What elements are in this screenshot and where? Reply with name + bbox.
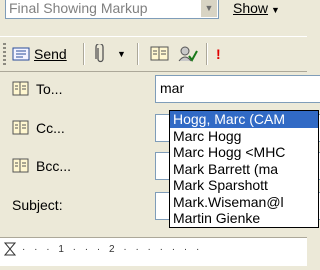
autocomplete-item[interactable]: Martin Gienke — [170, 210, 318, 227]
message-toolbar: Send ▼ ! — [0, 36, 307, 72]
autocomplete-item[interactable]: Mark.Wiseman@l — [170, 194, 318, 211]
chevron-down-icon: ▼ — [117, 49, 126, 59]
check-names-icon — [178, 46, 198, 62]
address-book-icon — [12, 81, 29, 96]
attach-dropdown-button[interactable]: ▼ — [117, 43, 126, 65]
autocomplete-item[interactable]: Marc Hogg — [170, 128, 318, 145]
paperclip-icon — [95, 42, 104, 63]
tab-stop-icon[interactable] — [4, 242, 16, 256]
send-button[interactable]: Send — [12, 43, 67, 65]
toolbar-separator — [206, 43, 208, 65]
show-label: Show — [233, 0, 269, 16]
toolbar-separator — [83, 43, 85, 65]
ruler: · · · 1 · · · 2 · · · · · · · — [0, 237, 307, 266]
send-icon — [12, 47, 30, 61]
to-field[interactable]: mar — [155, 75, 320, 103]
cc-button[interactable]: Cc... — [12, 114, 136, 142]
check-names-button[interactable] — [178, 43, 198, 65]
chevron-down-icon[interactable]: ▼ — [201, 0, 217, 17]
toolbar-grip[interactable] — [3, 43, 6, 65]
to-label: To... — [36, 81, 63, 97]
subject-label: Subject: — [12, 197, 63, 213]
toolbar-separator — [137, 43, 139, 65]
send-label: Send — [34, 46, 67, 62]
bcc-button[interactable]: Bcc... — [12, 152, 136, 180]
cc-label: Cc... — [36, 120, 65, 136]
importance-high-button[interactable]: ! — [216, 43, 221, 65]
ruler-marks: · · · 1 · · · 2 · · · · · · · — [22, 244, 203, 255]
autocomplete-list[interactable]: Hogg, Marc (CAM Marc Hogg Marc Hogg <MHC… — [169, 110, 319, 228]
markup-combo-value: Final Showing Markup — [9, 0, 148, 16]
reviewing-toolbar: Final Showing Markup ▼ Show ▼ — [0, 0, 307, 32]
bcc-label: Bcc... — [36, 158, 72, 174]
to-field-value: mar — [160, 80, 185, 96]
importance-high-icon: ! — [216, 46, 221, 62]
address-book-icon — [12, 158, 29, 173]
address-book-icon — [150, 46, 169, 61]
address-book-button[interactable] — [150, 43, 170, 65]
to-button[interactable]: To... — [12, 75, 136, 103]
display-markup-combo[interactable]: Final Showing Markup ▼ — [5, 0, 219, 19]
autocomplete-item[interactable]: Hogg, Marc (CAM — [170, 111, 318, 128]
show-menu-button[interactable]: Show ▼ — [233, 0, 280, 16]
attach-file-button[interactable] — [94, 42, 106, 65]
address-book-icon — [12, 120, 29, 135]
autocomplete-item[interactable]: Marc Hogg <MHC — [170, 144, 318, 161]
autocomplete-item[interactable]: Mark Barrett (ma — [170, 161, 318, 178]
autocomplete-item[interactable]: Mark Sparshott — [170, 177, 318, 194]
chevron-down-icon: ▼ — [271, 5, 280, 15]
